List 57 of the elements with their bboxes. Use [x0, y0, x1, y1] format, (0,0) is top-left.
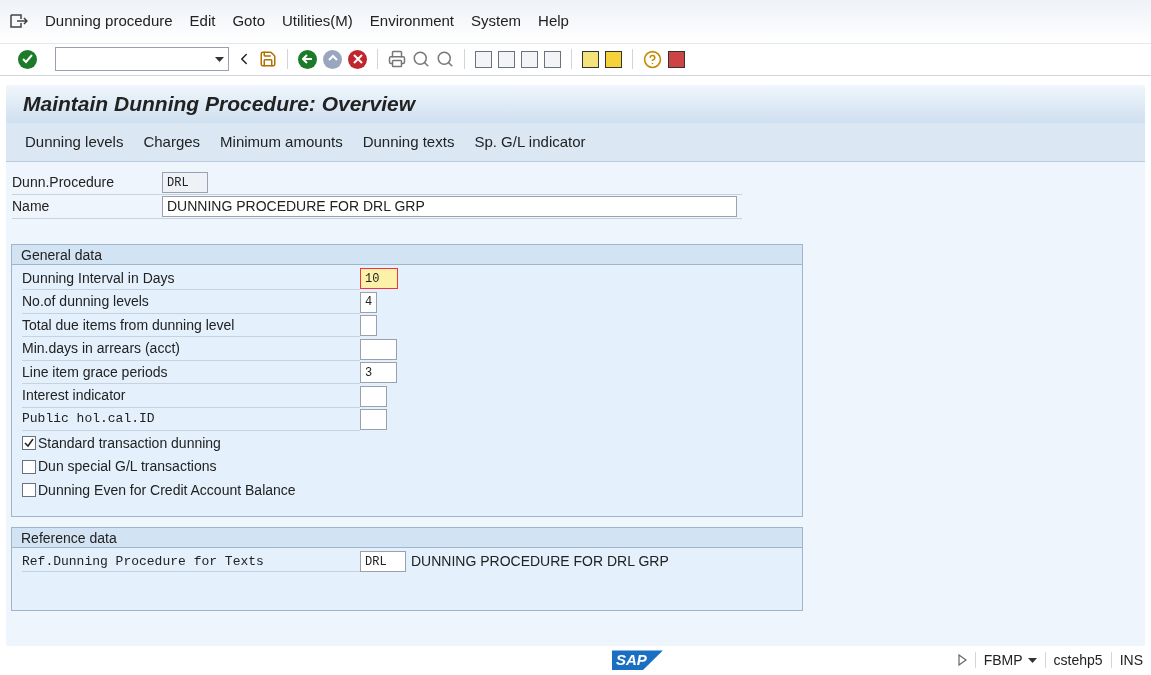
server-name: cstehp5 [1053, 650, 1103, 670]
checkbox-box[interactable] [22, 436, 36, 451]
input-field[interactable]: 4 [360, 291, 377, 313]
field-label: Name [12, 197, 51, 217]
expand-triangle-icon[interactable] [957, 654, 967, 667]
print-icon[interactable] [388, 50, 406, 69]
toolbar-button[interactable]: Sp. G/L indicator [474, 130, 586, 154]
input-field[interactable] [360, 409, 387, 431]
toolbar-button[interactable]: Charges [143, 130, 201, 154]
field-label: Ref.Dunning Procedure for Texts [22, 551, 360, 573]
dropdown-icon[interactable] [1027, 657, 1037, 663]
field-label: Dunning Interval in Days [22, 266, 360, 291]
command-field[interactable] [55, 47, 229, 72]
field-label: No.of dunning levels [22, 290, 360, 314]
find-next-icon[interactable] [436, 50, 454, 69]
check-icon[interactable] [18, 49, 37, 69]
field-label: Line item grace periods [22, 360, 360, 385]
menu-item[interactable]: Dunning procedure [45, 10, 173, 33]
sap-logo: SAP [612, 650, 663, 671]
menu-item[interactable]: Environment [369, 10, 455, 33]
group-header: Reference data [12, 527, 802, 548]
save-icon[interactable] [259, 50, 277, 69]
checkbox[interactable]: Dun special G/L transactions [22, 454, 792, 479]
cancel-icon[interactable] [348, 49, 367, 69]
find-icon[interactable] [412, 50, 430, 69]
field-label: Public hol.cal.ID [22, 407, 360, 432]
checkbox[interactable]: Standard transaction dunning [22, 431, 792, 455]
toolbar-button[interactable]: Dunning texts [362, 130, 455, 154]
menu-item[interactable]: System [471, 10, 522, 33]
dropdown-icon[interactable] [215, 56, 224, 62]
toolbar-button[interactable]: Dunning levels [25, 130, 124, 154]
menu-item[interactable]: Edit [189, 10, 216, 33]
field-description: DUNNING PROCEDURE FOR DRL GRP [411, 552, 669, 572]
group-header: General data [12, 244, 802, 265]
checkbox[interactable]: Dunning Even for Credit Account Balance [22, 478, 792, 502]
input-field[interactable]: 10 [360, 268, 398, 290]
screen-title: Maintain Dunning Procedure: Overview [23, 91, 416, 118]
input-field[interactable] [360, 338, 397, 360]
help-icon[interactable] [643, 49, 662, 69]
input-field[interactable] [360, 315, 377, 337]
input-field[interactable]: DUNNING PROCEDURE FOR DRL GRP [162, 196, 737, 218]
input-mode: INS [1119, 650, 1143, 670]
transaction-dropdown[interactable]: FBMP [983, 649, 1037, 671]
field-label: Interest indicator [22, 384, 360, 408]
input-field[interactable]: DRL [360, 551, 406, 573]
checkbox-box[interactable] [22, 483, 36, 498]
toolbar-button[interactable]: Minimum amounts [220, 130, 343, 154]
field-label: Total due items from dunning level [22, 313, 360, 338]
menu-item[interactable]: Utilities(M) [282, 10, 353, 33]
menu-item[interactable]: Help [538, 10, 569, 33]
input-field[interactable]: 3 [360, 362, 397, 384]
field-label: Min.days in arrears (acct) [22, 337, 360, 361]
checkbox-box[interactable] [22, 459, 36, 474]
input-field[interactable] [360, 385, 387, 407]
input-field[interactable]: DRL [162, 172, 208, 194]
menu-item[interactable]: Goto [232, 10, 265, 33]
field-label: Dunn.Procedure [12, 173, 115, 193]
